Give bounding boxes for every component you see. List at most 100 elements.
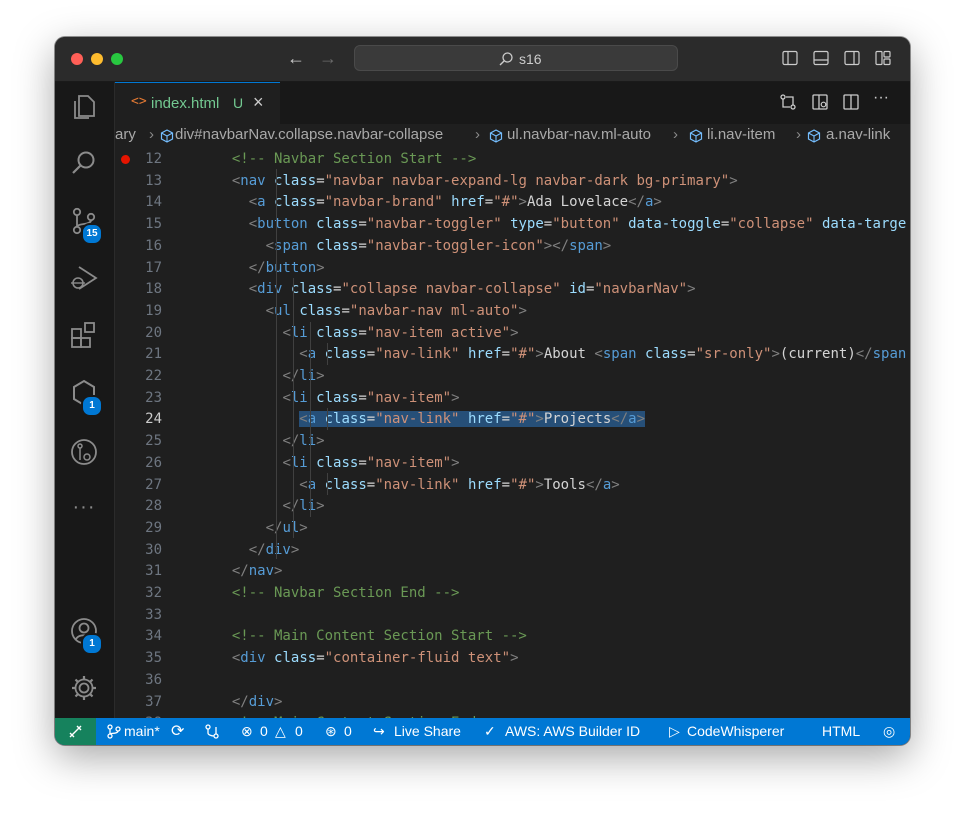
source-control-badge: 15	[81, 223, 103, 245]
breadcrumb-item[interactable]: ary	[115, 126, 136, 143]
code-line[interactable]: 31 </nav>	[115, 561, 910, 583]
code-line[interactable]: 19 <ul class="navbar-nav ml-auto">	[115, 301, 910, 323]
remote-icon	[69, 725, 82, 738]
code-text: <li class="nav-item">	[282, 454, 460, 471]
git-graph-icon[interactable]	[205, 724, 219, 739]
code-line[interactable]: 22 </li>	[115, 366, 910, 388]
minimize-window-button[interactable]	[91, 53, 103, 65]
line-number: 34	[145, 628, 162, 645]
tab-index-html[interactable]: <> index.html U ×	[115, 82, 280, 124]
code-line[interactable]: 20 <li class="nav-item active">	[115, 323, 910, 345]
indent-guide	[327, 473, 328, 495]
code-line[interactable]: 29 </ul>	[115, 518, 910, 540]
code-line[interactable]: 30 </div>	[115, 540, 910, 562]
code-line[interactable]: 12 <!-- Navbar Section Start -->	[115, 149, 910, 171]
code-line[interactable]: 35 <div class="container-fluid text">	[115, 648, 910, 670]
back-arrow-icon[interactable]: ←	[287, 48, 305, 68]
chevron-right-icon: ›	[673, 126, 678, 143]
close-window-button[interactable]	[71, 53, 83, 65]
extensions-icon[interactable]	[69, 320, 99, 350]
element-cube-icon	[160, 129, 174, 143]
search-icon	[499, 52, 513, 66]
code-line[interactable]: 17 </button>	[115, 258, 910, 280]
code-text: <li class="nav-item active">	[282, 324, 519, 341]
aws-connection[interactable]: AWS: AWS Builder ID	[505, 723, 640, 740]
code-line[interactable]: 36	[115, 670, 910, 692]
code-line[interactable]: 28 </li>	[115, 496, 910, 518]
code-line[interactable]: 37 </div>	[115, 692, 910, 714]
search-icon[interactable]	[69, 148, 99, 178]
split-editor-icon[interactable]	[842, 93, 860, 111]
toggle-panel-icon[interactable]	[813, 50, 829, 66]
more-actions-icon[interactable]: ···	[873, 90, 891, 108]
title-bar: ← → s16	[55, 37, 910, 82]
code-text: <a class="nav-link" href="#">Projects</a…	[299, 409, 645, 431]
vscode-window: ← → s16 15 1 ··· 1 <> index.html U × ···…	[55, 37, 910, 745]
code-line[interactable]: 16 <span class="navbar-toggler-icon"></sp…	[115, 236, 910, 258]
indent-guide	[327, 408, 328, 430]
toggle-primary-sidebar-icon[interactable]	[782, 50, 798, 66]
error-count[interactable]: 0	[260, 723, 268, 740]
close-tab-icon[interactable]: ×	[253, 92, 264, 113]
warning-count[interactable]: 0	[295, 723, 303, 740]
more-views-icon[interactable]: ···	[69, 492, 99, 522]
breadcrumb-item[interactable]: li.nav-item	[707, 126, 775, 143]
customize-layout-icon[interactable]	[875, 50, 891, 66]
git-branch[interactable]: main*	[124, 723, 160, 740]
code-line[interactable]: 21 <a class="nav-link" href="#">About <sp…	[115, 344, 910, 366]
html-file-icon: <>	[131, 94, 147, 109]
chevron-right-icon: ›	[149, 126, 154, 143]
command-center-text: s16	[519, 51, 542, 67]
error-icon: ⊗	[241, 723, 253, 739]
line-number: 25	[145, 433, 162, 450]
element-cube-icon	[489, 129, 503, 143]
breadcrumb-item[interactable]: div#navbarNav.collapse.navbar-collapse	[175, 126, 443, 143]
code-line[interactable]: 25 </li>	[115, 431, 910, 453]
code-text: </li>	[282, 433, 325, 450]
code-line[interactable]: 34 <!-- Main Content Section Start -->	[115, 626, 910, 648]
settings-gear-icon[interactable]	[69, 673, 99, 703]
breadcrumb: ary › div#navbarNav.collapse.navbar-coll…	[115, 124, 910, 148]
code-line[interactable]: 13 <nav class="navbar navbar-expand-lg na…	[115, 171, 910, 193]
codewhisperer-button[interactable]: CodeWhisperer	[687, 723, 784, 740]
remote-indicator[interactable]	[55, 718, 96, 745]
code-editor[interactable]: 38<!-- Main Content Section End -->37</d…	[115, 148, 910, 718]
code-line[interactable]: 27 <a class="nav-link" href="#">Tools</a>	[115, 475, 910, 497]
git-branch-icon	[107, 724, 121, 739]
run-and-debug-icon[interactable]	[69, 263, 99, 293]
live-share-button[interactable]: Live Share	[394, 723, 461, 740]
warning-icon: △	[275, 723, 286, 739]
element-cube-icon	[807, 129, 821, 143]
element-cube-icon	[689, 129, 703, 143]
indent-guide	[276, 169, 277, 559]
command-center-search[interactable]: s16	[354, 45, 678, 71]
tab-git-status: U	[233, 95, 244, 111]
ports-count[interactable]: 0	[344, 723, 352, 740]
code-line[interactable]: 33	[115, 605, 910, 627]
line-number: 12	[145, 151, 162, 167]
line-number: 27	[145, 476, 162, 493]
code-line[interactable]: 18 <div class="collapse navbar-collapse" …	[115, 279, 910, 301]
toggle-secondary-sidebar-icon[interactable]	[844, 50, 860, 66]
code-line[interactable]: 23 <li class="nav-item">	[115, 388, 910, 410]
line-number: 23	[145, 389, 162, 406]
breadcrumb-item[interactable]: a.nav-link	[826, 126, 890, 143]
zoom-window-button[interactable]	[111, 53, 123, 65]
code-text: <a class="nav-link" href="#">About <span…	[299, 346, 907, 363]
code-line[interactable]: 26 <li class="nav-item">	[115, 453, 910, 475]
open-changes-icon[interactable]	[779, 93, 797, 111]
code-line[interactable]: 24 <a class="nav-link" href="#">Projects<…	[115, 409, 910, 431]
broadcast-icon[interactable]: ◎	[883, 723, 895, 740]
code-line[interactable]: 32 <!-- Navbar Section End -->	[115, 583, 910, 605]
breadcrumb-item[interactable]: ul.navbar-nav.ml-auto	[507, 126, 651, 143]
editor-tab-bar: <> index.html U × ···	[115, 82, 910, 124]
gitlens-icon[interactable]	[69, 437, 99, 467]
forward-arrow-icon[interactable]: →	[319, 48, 337, 68]
code-line[interactable]: 15 <button class="navbar-toggler" type="b…	[115, 214, 910, 236]
code-line[interactable]: 14 <a class="navbar-brand" href="#">Ada L…	[115, 192, 910, 214]
open-preview-icon[interactable]	[811, 93, 829, 111]
explorer-icon[interactable]	[69, 92, 99, 122]
code-text: <nav class="navbar navbar-expand-lg navb…	[231, 172, 738, 189]
language-mode[interactable]: HTML	[822, 723, 860, 740]
sync-icon[interactable]: ⟳	[171, 723, 184, 740]
